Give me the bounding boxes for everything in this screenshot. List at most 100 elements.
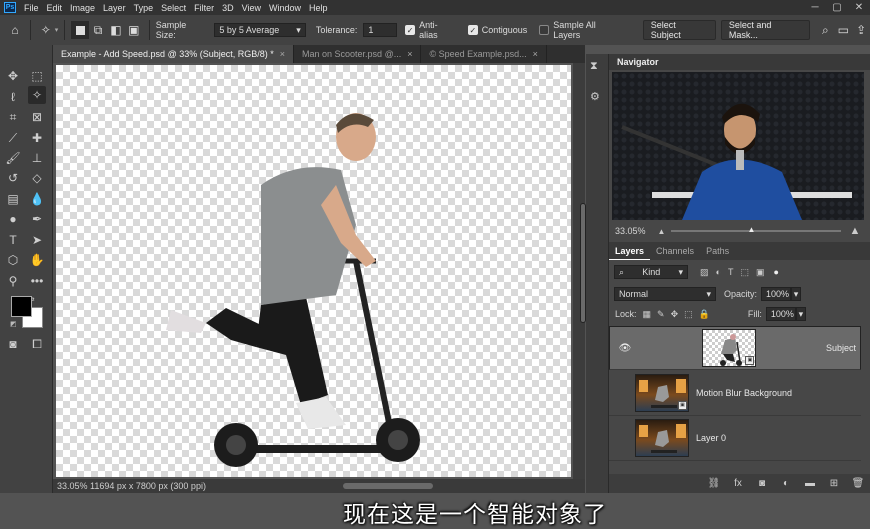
properties-panel-icon[interactable]: ⚙ bbox=[590, 90, 604, 104]
lock-artboard-icon[interactable]: ⬚ bbox=[684, 309, 693, 320]
gradient-tool-icon[interactable]: ▤ bbox=[4, 190, 22, 208]
shape-filter-icon[interactable]: ⬚ bbox=[740, 267, 749, 278]
menu-select[interactable]: Select bbox=[161, 3, 186, 13]
pen-tool-icon[interactable]: ✒ bbox=[28, 210, 46, 228]
layer-style-fx-icon[interactable]: fx bbox=[726, 478, 750, 489]
select-and-mask-button[interactable]: Select and Mask... bbox=[720, 20, 811, 40]
fill-dropdown[interactable]: ▾ bbox=[795, 307, 806, 321]
visibility-eye-icon[interactable]: 👁 bbox=[614, 343, 636, 354]
opacity-input[interactable]: 100% bbox=[761, 287, 792, 301]
zoom-slider-thumb[interactable]: ▲ bbox=[747, 225, 755, 234]
path-selection-tool-icon[interactable]: ➤ bbox=[28, 231, 46, 249]
add-to-selection-icon[interactable]: ⧉ bbox=[89, 21, 107, 39]
more-tools-icon[interactable]: ••• bbox=[28, 272, 46, 290]
shape-tool-icon[interactable]: ⬡ bbox=[4, 251, 22, 269]
zoom-slider[interactable]: ▲ bbox=[671, 225, 842, 234]
history-panel-icon[interactable]: ⧗ bbox=[590, 60, 604, 74]
tab-man-on-scooter[interactable]: Man on Scooter.psd @... × bbox=[294, 45, 422, 63]
lock-all-icon[interactable]: 🔒 bbox=[699, 309, 710, 320]
subtract-from-selection-icon[interactable]: ◧ bbox=[107, 21, 125, 39]
layer-row-motion-blur-background[interactable]: ▣ Motion Blur Background bbox=[609, 371, 861, 416]
zoom-out-icon[interactable]: ▲ bbox=[658, 227, 666, 236]
search-icon[interactable]: ⌕ bbox=[816, 21, 834, 39]
frame-tool-icon[interactable]: ⊠ bbox=[28, 108, 46, 126]
close-icon[interactable]: × bbox=[533, 49, 538, 59]
menu-image[interactable]: Image bbox=[70, 3, 95, 13]
sample-all-layers-checkbox[interactable] bbox=[539, 25, 550, 35]
layer-row-layer-0[interactable]: Layer 0 bbox=[609, 416, 861, 461]
pixel-filter-icon[interactable]: ▨ bbox=[700, 267, 709, 278]
menu-view[interactable]: View bbox=[242, 3, 261, 13]
share-icon[interactable]: ⇪ bbox=[852, 21, 870, 39]
lock-pixels-icon[interactable]: ✎ bbox=[657, 309, 665, 320]
menu-type[interactable]: Type bbox=[134, 3, 154, 13]
magic-wand-preset-icon[interactable]: ✧ bbox=[37, 21, 55, 39]
default-colors-icon[interactable]: ◩ bbox=[10, 320, 17, 328]
menu-edit[interactable]: Edit bbox=[47, 3, 63, 13]
tab-paths[interactable]: Paths bbox=[700, 242, 735, 260]
type-tool-icon[interactable]: T bbox=[4, 231, 22, 249]
menu-window[interactable]: Window bbox=[269, 3, 301, 13]
magic-wand-tool-icon[interactable]: ✧ bbox=[28, 86, 46, 104]
close-icon[interactable]: × bbox=[280, 49, 285, 59]
lock-transparent-icon[interactable]: ▦ bbox=[643, 309, 652, 320]
adjustment-filter-icon[interactable]: ◐ bbox=[716, 267, 721, 277]
horizontal-scroll-thumb[interactable] bbox=[343, 483, 433, 489]
menu-filter[interactable]: Filter bbox=[194, 3, 214, 13]
workspace-icon[interactable]: ▭ bbox=[834, 21, 852, 39]
type-filter-icon[interactable]: T bbox=[728, 267, 734, 277]
dodge-tool-icon[interactable]: ● bbox=[4, 210, 22, 228]
link-layers-icon[interactable]: ⛓ bbox=[702, 478, 726, 489]
brush-tool-icon[interactable]: 🖌 bbox=[4, 149, 22, 167]
opacity-dropdown[interactable]: ▾ bbox=[791, 287, 802, 301]
filter-toggle-icon[interactable]: ● bbox=[773, 267, 778, 277]
clone-stamp-tool-icon[interactable]: ⊥ bbox=[28, 149, 46, 167]
tab-channels[interactable]: Channels bbox=[650, 242, 700, 260]
delete-layer-icon[interactable]: 🗑 bbox=[846, 478, 870, 489]
document-canvas[interactable] bbox=[56, 65, 571, 477]
intersect-selection-icon[interactable]: ▣ bbox=[125, 21, 143, 39]
menu-help[interactable]: Help bbox=[309, 3, 328, 13]
layer-row-subject[interactable]: 👁 ▣ Subject bbox=[609, 326, 861, 370]
sample-size-select[interactable]: 5 by 5 Average ▾ bbox=[214, 23, 306, 37]
move-tool-icon[interactable]: ✥ bbox=[4, 67, 22, 85]
foreground-color-swatch[interactable] bbox=[11, 296, 32, 317]
menu-file[interactable]: File bbox=[24, 3, 39, 13]
crop-tool-icon[interactable]: ⌗ bbox=[4, 108, 22, 126]
select-subject-button[interactable]: Select Subject bbox=[642, 20, 716, 40]
maximize-button[interactable]: ▢ bbox=[826, 2, 848, 13]
close-window-button[interactable]: ✕ bbox=[848, 2, 870, 13]
blur-tool-icon[interactable]: 💧 bbox=[28, 190, 46, 208]
healing-brush-tool-icon[interactable]: ✚ bbox=[28, 129, 46, 147]
menu-layer[interactable]: Layer bbox=[103, 3, 126, 13]
home-icon[interactable]: ⌂ bbox=[6, 21, 24, 39]
add-mask-icon[interactable]: ◙ bbox=[750, 478, 774, 489]
filter-kind-select[interactable]: ⌕ Kind ▾ bbox=[614, 265, 688, 279]
menu-3d[interactable]: 3D bbox=[222, 3, 234, 13]
zoom-tool-icon[interactable]: ⚲ bbox=[4, 272, 22, 290]
new-layer-icon[interactable]: ⊞ bbox=[822, 478, 846, 489]
minimize-button[interactable]: ─ bbox=[804, 2, 826, 13]
screen-mode-icon[interactable]: ⧠ bbox=[28, 335, 46, 353]
close-icon[interactable]: × bbox=[407, 49, 412, 59]
hand-tool-icon[interactable]: ✋ bbox=[28, 251, 46, 269]
eyedropper-tool-icon[interactable]: ⟋ bbox=[4, 129, 22, 147]
adjustment-layer-icon[interactable]: ◐ bbox=[774, 478, 798, 489]
vertical-scrollbar[interactable] bbox=[573, 63, 586, 479]
tab-layers[interactable]: Layers bbox=[609, 242, 651, 260]
blend-mode-select[interactable]: Normal ▾ bbox=[614, 287, 716, 301]
smart-object-filter-icon[interactable]: ▣ bbox=[756, 267, 765, 278]
lock-position-icon[interactable]: ✥ bbox=[671, 309, 679, 320]
eraser-tool-icon[interactable]: ◇ bbox=[28, 169, 46, 187]
anti-alias-checkbox[interactable]: ✓ bbox=[405, 25, 416, 35]
tolerance-input[interactable]: 1 bbox=[363, 23, 398, 37]
contiguous-checkbox[interactable]: ✓ bbox=[467, 25, 478, 35]
tab-example-add-speed[interactable]: Example - Add Speed.psd @ 33% (Subject, … bbox=[53, 45, 295, 63]
navigator-preview[interactable] bbox=[612, 72, 864, 220]
quick-mask-icon[interactable]: ◙ bbox=[4, 335, 22, 353]
tab-speed-example[interactable]: © Speed Example.psd... × bbox=[421, 45, 547, 63]
chevron-down-icon[interactable]: ▾ bbox=[55, 26, 59, 34]
zoom-in-icon[interactable]: ▲ bbox=[849, 225, 860, 237]
marquee-tool-icon[interactable]: ⬚ bbox=[28, 67, 46, 85]
history-brush-tool-icon[interactable]: ↺ bbox=[4, 169, 22, 187]
